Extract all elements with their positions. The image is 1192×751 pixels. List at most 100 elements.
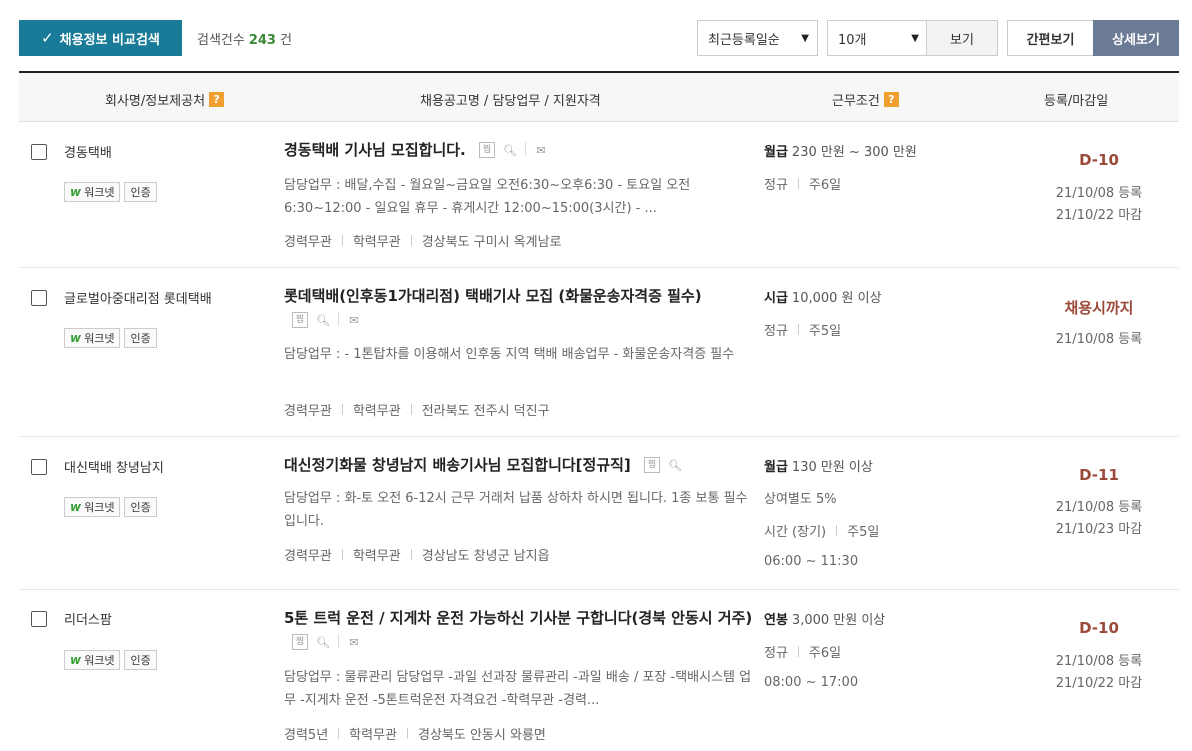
pay-amount: 10,000 원 이상 bbox=[791, 291, 882, 306]
chevron-down-icon: ▼ bbox=[911, 32, 919, 44]
education-requirement: 학력무관 bbox=[352, 404, 401, 419]
compare-search-button[interactable]: ✓ 채용정보 비교검색 bbox=[19, 20, 182, 56]
employment-type: 시간 (장기) bbox=[764, 525, 827, 540]
job-title-link[interactable]: 대신정기화물 창녕남지 배송기사님 모집합니다[정규직] bbox=[284, 456, 631, 474]
search-icon[interactable]: 🔍︎ bbox=[314, 312, 332, 330]
work-conditions: 시간 (장기) 주5일 bbox=[764, 521, 879, 540]
mail-icon[interactable]: ✉ bbox=[532, 142, 550, 160]
sort-select[interactable]: 최근등록일순 ▼ bbox=[697, 20, 818, 56]
d-day: D-11 bbox=[1079, 466, 1119, 484]
career-requirement: 경력무관 bbox=[284, 404, 332, 419]
scrap-icon[interactable]: 찜 bbox=[478, 141, 495, 158]
deadline-date: 21/10/23 마감 bbox=[1055, 522, 1143, 537]
job-title-block: 대신정기화물 창녕남지 배송기사님 모집합니다[정규직] 찜 🔍︎ bbox=[284, 453, 754, 477]
d-day: D-10 bbox=[1079, 619, 1119, 637]
work-days: 주5일 bbox=[847, 525, 880, 540]
pay-info: 월급 130 만원 이상 bbox=[764, 456, 873, 475]
mail-icon[interactable]: ✉ bbox=[345, 634, 363, 652]
pay-type: 시급 bbox=[764, 291, 788, 306]
scrap-icon[interactable]: 찜 bbox=[292, 633, 308, 650]
job-duty: 담당업무 : - 1톤탑차를 이용해서 인후동 지역 택배 배송업무 - 화물운… bbox=[284, 347, 735, 362]
work-location: 경상북도 구미시 옥계남로 bbox=[421, 235, 562, 250]
header-company-label: 회사명/정보제공처 bbox=[105, 94, 206, 109]
view-button[interactable]: 보기 bbox=[926, 20, 998, 56]
work-conditions: 정규 주6일 bbox=[764, 174, 841, 193]
divider bbox=[410, 235, 412, 246]
registered-date: 21/10/08 등록 bbox=[1055, 332, 1143, 347]
divider bbox=[836, 525, 838, 536]
worknet-badge: w 워크넷 bbox=[64, 328, 121, 348]
registered-date: 21/10/08 등록 bbox=[1055, 654, 1143, 669]
work-conditions: 정규 주6일 bbox=[764, 642, 841, 661]
divider bbox=[341, 235, 343, 246]
career-requirement: 경력5년 bbox=[284, 728, 329, 743]
job-meta: 경력무관 학력무관 경상북도 구미시 옥계남로 bbox=[284, 231, 562, 250]
divider bbox=[338, 728, 340, 739]
job-actions: 찜 🔍︎ bbox=[644, 456, 684, 475]
help-icon[interactable]: ? bbox=[209, 92, 225, 107]
company-name[interactable]: 경동택배 bbox=[64, 142, 112, 161]
mail-icon[interactable]: ✉ bbox=[345, 312, 363, 330]
work-hours: 08:00 ~ 17:00 bbox=[764, 675, 858, 690]
job-duty: 담당업무 : 화-토 오전 6-12시 근무 거래처 납품 상하차 하시면 됩니… bbox=[284, 491, 748, 529]
work-location: 경상북도 안동시 와룡면 bbox=[418, 728, 546, 743]
job-duty: 담당업무 : 물류관리 담당업무 -과일 선과장 물류관리 -과일 배송 / 포… bbox=[284, 670, 752, 708]
work-days: 주5일 bbox=[808, 324, 842, 339]
job-meta: 경력5년 학력무관 경상북도 안동시 와룡면 bbox=[284, 724, 546, 743]
job-title-link[interactable]: 롯데택배(인후동1가대리점) 택배기사 모집 (화물운송자격증 필수) bbox=[284, 287, 702, 305]
search-icon[interactable]: 🔍︎ bbox=[314, 634, 332, 652]
row-checkbox[interactable] bbox=[31, 290, 47, 306]
bonus-info: 상여별도 5% bbox=[764, 488, 837, 507]
company-name[interactable]: 대신택배 창녕남지 bbox=[64, 457, 164, 476]
result-count-value: 243 bbox=[248, 33, 276, 48]
job-title-link[interactable]: 경동택배 기사님 모집합니다. bbox=[284, 141, 466, 159]
provider-badges: w 워크넷 인증 bbox=[64, 182, 157, 202]
job-actions: 찜 🔍︎ ✉ bbox=[292, 311, 363, 330]
worknet-logo-icon: w bbox=[70, 653, 82, 667]
job-meta: 경력무관 학력무관 경상남도 창녕군 남지읍 bbox=[284, 545, 550, 564]
job-actions: 찜 🔍︎ ✉ bbox=[292, 633, 363, 652]
search-icon[interactable]: 🔍︎ bbox=[666, 457, 684, 475]
company-name[interactable]: 리더스팜 bbox=[64, 609, 112, 628]
header-date: 등록/마감일 bbox=[1044, 94, 1109, 109]
toolbar: ✓ 채용정보 비교검색 검색건수 243 건 최근등록일순 ▼ 10개 ▼ 보기 간… bbox=[0, 0, 1192, 72]
divider bbox=[797, 646, 799, 657]
job-duty: 담당업무 : 배달,수집 - 월요일~금요일 오전6:30~오후6:30 - 토… bbox=[284, 178, 691, 216]
worknet-badge: w 워크넷 bbox=[64, 497, 121, 517]
per-page-select[interactable]: 10개 ▼ bbox=[827, 20, 927, 56]
pay-amount: 3,000 만원 이상 bbox=[791, 613, 886, 628]
worknet-label: 워크넷 bbox=[84, 501, 115, 514]
pay-info: 시급 10,000 원 이상 bbox=[764, 287, 882, 306]
row-checkbox[interactable] bbox=[31, 611, 47, 627]
provider-badges: w 워크넷 인증 bbox=[64, 497, 157, 517]
certified-badge: 인증 bbox=[124, 182, 157, 202]
worknet-label: 워크넷 bbox=[84, 332, 115, 345]
employment-type: 정규 bbox=[764, 646, 788, 661]
detail-view-button[interactable]: 상세보기 bbox=[1093, 20, 1179, 56]
result-count-label: 검색건수 bbox=[197, 33, 245, 48]
date-info: 21/10/08 등록 bbox=[999, 329, 1192, 351]
pay-type: 월급 bbox=[764, 145, 788, 160]
sort-select-value: 최근등록일순 bbox=[708, 32, 780, 48]
date-info: 21/10/08 등록 21/10/23 마감 bbox=[999, 497, 1192, 541]
row-checkbox[interactable] bbox=[31, 459, 47, 475]
work-days: 주6일 bbox=[808, 646, 842, 661]
simple-view-button[interactable]: 간편보기 bbox=[1007, 20, 1094, 56]
help-icon[interactable]: ? bbox=[883, 92, 899, 107]
scrap-icon[interactable]: 찜 bbox=[644, 456, 661, 473]
work-hours: 06:00 ~ 11:30 bbox=[764, 554, 858, 569]
certified-badge: 인증 bbox=[124, 328, 157, 348]
work-hours-value: 08:00 ~ 17:00 bbox=[764, 675, 859, 690]
d-day: 채용시까지 bbox=[1064, 299, 1134, 317]
pay-type: 월급 bbox=[764, 460, 788, 475]
company-name[interactable]: 글로벌아중대리점 롯데택배 bbox=[64, 288, 212, 307]
row-checkbox[interactable] bbox=[31, 144, 47, 160]
table-header: 회사명/정보제공처 ? 채용공고명 / 담당업무 / 지원자격 근무조건 ? 등… bbox=[19, 71, 1179, 122]
job-title-block: 경동택배 기사님 모집합니다. 찜 🔍︎ ✉ bbox=[284, 138, 754, 162]
employment-type: 정규 bbox=[764, 178, 788, 193]
job-title-link[interactable]: 5톤 트럭 운전 / 지게차 운전 가능하신 기사분 구합니다(경북 안동시 거… bbox=[284, 609, 752, 627]
scrap-icon[interactable]: 찜 bbox=[292, 311, 308, 328]
chevron-down-icon: ▼ bbox=[801, 32, 809, 44]
job-title-block: 롯데택배(인후동1가대리점) 택배기사 모집 (화물운송자격증 필수) 찜 🔍︎… bbox=[284, 284, 754, 332]
search-icon[interactable]: 🔍︎ bbox=[501, 142, 519, 160]
